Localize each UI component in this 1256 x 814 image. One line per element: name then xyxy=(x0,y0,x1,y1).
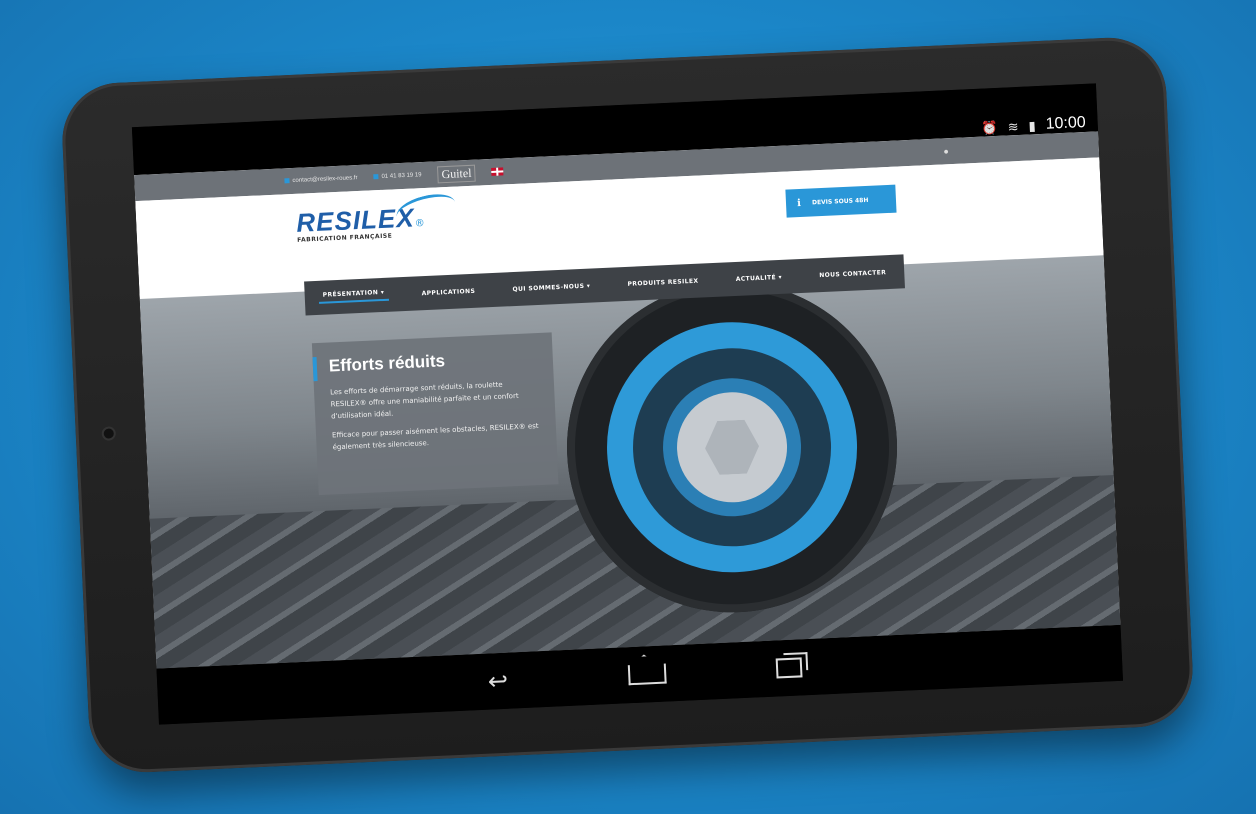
phone-text: 01 41 83 19 19 xyxy=(381,172,422,180)
hero-caption-card: Efforts réduits Les efforts de démarrage… xyxy=(311,332,559,496)
nav-label: QUI SOMMES-NOUS xyxy=(512,282,585,293)
nav-label: PRODUITS RESILEX xyxy=(627,277,699,288)
info-icon: ℹ xyxy=(796,197,802,209)
nav-label: ACTUALITÉ xyxy=(735,273,777,283)
phone-icon xyxy=(373,174,379,180)
status-time: 10:00 xyxy=(1045,113,1087,133)
email-link[interactable]: contact@resilex-roues.fr xyxy=(284,175,358,184)
caret-down-icon: ▾ xyxy=(586,282,591,290)
nav-label: APPLICATIONS xyxy=(421,287,476,297)
email-icon xyxy=(284,178,290,184)
tablet-device: ⏰ ≋ ▮ 10:00 contact@resilex-roues.fr 01 … xyxy=(59,35,1196,775)
home-icon[interactable] xyxy=(627,663,667,686)
nav-produits-resilex[interactable]: PRODUITS RESILEX xyxy=(623,277,702,288)
battery-icon: ▮ xyxy=(1028,118,1037,134)
uk-flag-icon[interactable] xyxy=(491,167,504,176)
camera-icon xyxy=(103,428,114,439)
nav-label: PRÉSENTATION xyxy=(322,289,379,299)
back-icon[interactable]: ↩ xyxy=(477,666,518,696)
hero-paragraph-2: Efficace pour passer aisément les obstac… xyxy=(331,422,539,452)
caption-accent xyxy=(312,357,318,382)
wifi-icon: ≋ xyxy=(1007,118,1019,135)
nav-nous-contacter[interactable]: NOUS CONTACTER xyxy=(815,268,890,279)
nav-label: NOUS CONTACTER xyxy=(819,268,887,279)
resilex-logo[interactable]: RESILEX® FABRICATION FRANÇAISE xyxy=(296,188,459,244)
devis-label: DEVIS SOUS 48H xyxy=(811,196,869,206)
logo-swoosh xyxy=(393,188,459,231)
nav-actualite[interactable]: ACTUALITÉ ▾ xyxy=(732,273,787,282)
recent-apps-icon[interactable] xyxy=(775,657,803,679)
phone-link[interactable]: 01 41 83 19 19 xyxy=(373,172,422,180)
nav-presentation[interactable]: PRÉSENTATION ▾ xyxy=(318,288,389,304)
web-page: contact@resilex-roues.fr 01 41 83 19 19 … xyxy=(134,131,1121,669)
caret-down-icon: ▾ xyxy=(778,273,783,281)
tablet-screen: ⏰ ≋ ▮ 10:00 contact@resilex-roues.fr 01 … xyxy=(131,83,1124,725)
nav-applications[interactable]: APPLICATIONS xyxy=(417,287,479,297)
user-icon[interactable]: ● xyxy=(943,146,949,156)
hero-title: Efforts réduits xyxy=(328,351,446,376)
caret-down-icon: ▾ xyxy=(380,288,385,297)
email-text: contact@resilex-roues.fr xyxy=(292,175,358,184)
hero-banner: Efforts réduits Les efforts de démarrage… xyxy=(139,255,1121,669)
hero-paragraph-1: Les efforts de démarrage sont réduits, l… xyxy=(329,380,519,421)
nav-qui-sommes-nous[interactable]: QUI SOMMES-NOUS ▾ xyxy=(508,282,594,293)
devis-button[interactable]: ℹ DEVIS SOUS 48H xyxy=(785,184,897,218)
guitel-logo[interactable]: Guitel xyxy=(437,164,476,183)
alarm-clock-icon: ⏰ xyxy=(981,119,999,136)
